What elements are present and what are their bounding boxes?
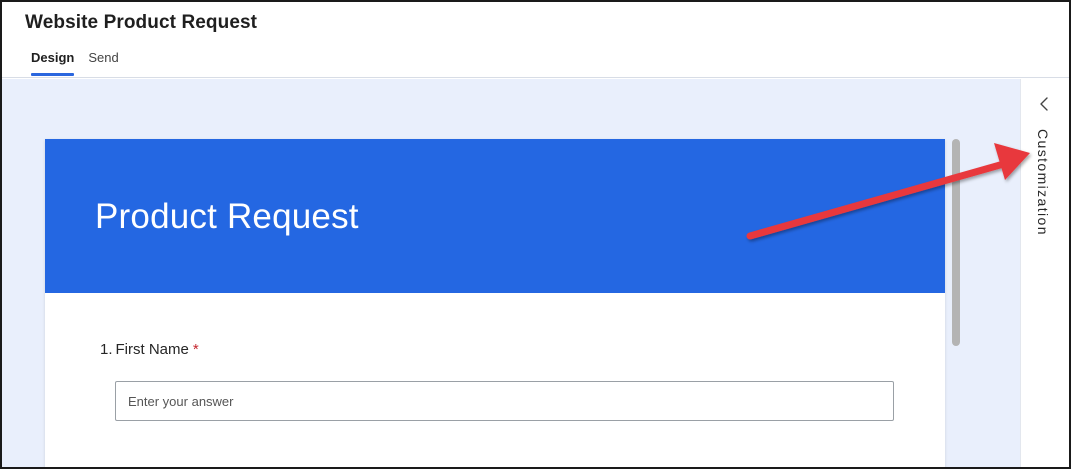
page-title: Website Product Request [25,12,258,33]
tab-send[interactable]: Send [88,48,118,73]
app-window: Website Product Request Design Send Prod… [0,0,1071,469]
collapse-panel-button[interactable] [1033,93,1055,115]
question-label: First Name [115,341,189,358]
tab-bar: Design Send [31,48,133,76]
customization-panel: Customization [1020,79,1069,467]
first-name-answer-input[interactable] [115,381,894,421]
question-first-name: 1. First Name * [100,341,199,358]
scrollbar-thumb[interactable] [952,139,960,346]
form-title: Product Request [95,197,359,236]
chevron-left-icon [1040,97,1048,111]
required-marker: * [192,341,199,358]
form-banner[interactable]: Product Request [45,139,945,293]
form-canvas: Product Request 1. First Name * [2,79,1020,467]
question-number: 1. [100,341,113,358]
tab-design[interactable]: Design [31,48,75,76]
customization-tab[interactable]: Customization [1035,129,1051,236]
form-card: Product Request 1. First Name * [45,139,945,467]
page-header: Website Product Request Design Send [2,2,1069,78]
